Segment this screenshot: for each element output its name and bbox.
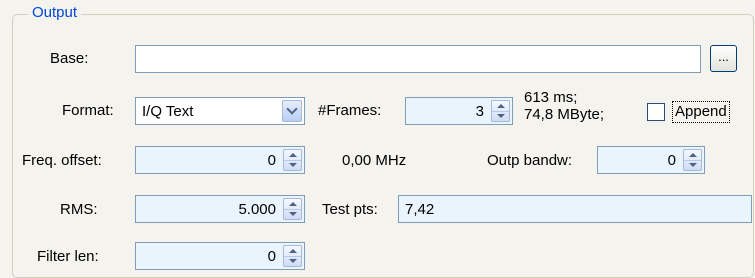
filter-len-stepper[interactable]: 0 — [135, 242, 305, 270]
frames-label: #Frames: — [318, 102, 382, 119]
frames-stepper[interactable]: 3 — [405, 97, 513, 125]
browse-button[interactable]: ... — [710, 45, 737, 72]
base-label: Base: — [50, 50, 89, 67]
append-label[interactable]: Append — [672, 101, 730, 123]
base-input[interactable] — [135, 45, 701, 73]
rms-stepper[interactable]: 5.000 — [135, 195, 305, 223]
test-pts-value: 7,42 — [405, 200, 435, 218]
outp-bandw-stepper[interactable]: 0 — [597, 146, 705, 174]
format-select[interactable]: I/Q Text — [135, 97, 305, 125]
freq-offset-stepper[interactable]: 0 — [135, 146, 305, 174]
spin-updown-icon[interactable] — [283, 149, 302, 171]
rms-value: 5.000 — [238, 200, 276, 218]
format-select-value: I/Q Text — [142, 102, 194, 120]
rms-label: RMS: — [60, 201, 98, 218]
freq-offset-value: 0 — [267, 151, 276, 169]
spin-updown-icon[interactable] — [283, 245, 302, 267]
frames-info-line1: 613 ms; — [524, 89, 578, 106]
format-label: Format: — [62, 102, 114, 119]
frames-info-line2: 74,8 MByte; — [524, 106, 605, 123]
outp-bandw-value: 0 — [667, 151, 676, 169]
freq-offset-label: Freq. offset: — [22, 152, 102, 169]
filter-len-value: 0 — [267, 247, 276, 265]
spin-updown-icon[interactable] — [683, 149, 702, 171]
chevron-down-icon[interactable] — [282, 100, 302, 122]
spin-updown-icon[interactable] — [283, 198, 302, 220]
spin-updown-icon[interactable] — [491, 100, 510, 122]
append-checkbox[interactable] — [647, 103, 665, 121]
test-pts-input[interactable]: 7,42 — [398, 195, 752, 223]
output-group-title: Output — [28, 4, 82, 21]
frames-value: 3 — [475, 102, 484, 120]
filter-len-label: Filter len: — [37, 248, 99, 265]
freq-offset-display: 0,00 MHz — [342, 152, 407, 169]
outp-bandw-label: Outp bandw: — [487, 152, 573, 169]
test-pts-label: Test pts: — [322, 201, 378, 218]
